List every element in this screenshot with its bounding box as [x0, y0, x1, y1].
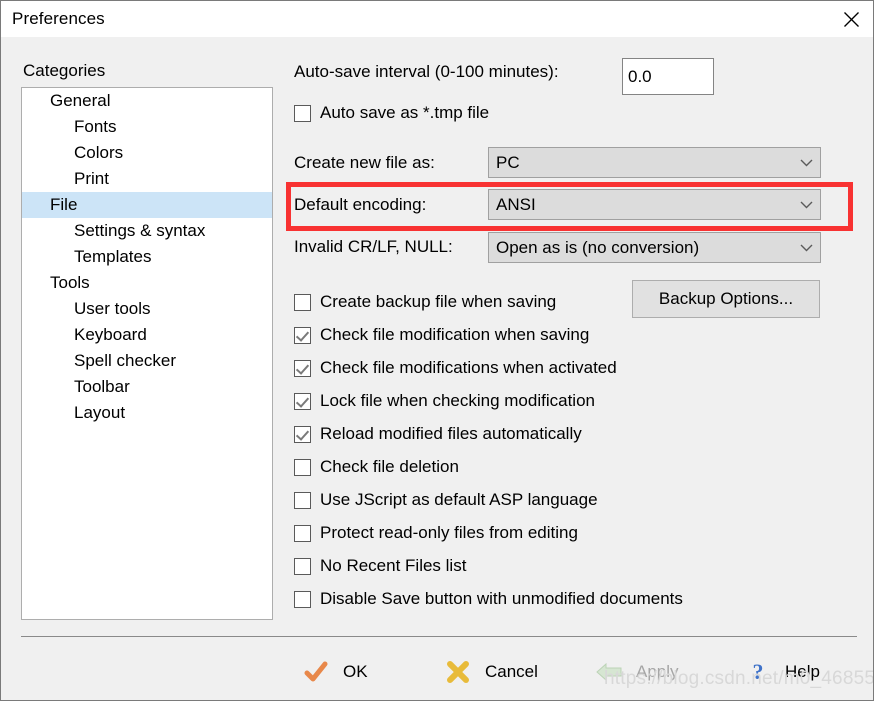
checkbox-box[interactable] — [294, 425, 311, 443]
checkbox-box[interactable] — [294, 590, 311, 608]
sidebar-item-templates[interactable]: Templates — [22, 244, 272, 270]
checkbox-label: Create backup file when saving — [320, 292, 557, 311]
default-encoding-label: Default encoding: — [294, 195, 427, 214]
blue-question-mark-icon: ? — [743, 657, 773, 687]
invalid-crlf-select[interactable]: Open as is (no conversion) — [488, 232, 821, 263]
checkbox-disable-save-button-with-unmodified-documents[interactable]: Disable Save button with unmodified docu… — [294, 588, 683, 610]
chevron-down-icon — [792, 244, 820, 252]
chevron-down-icon — [792, 201, 820, 209]
checkbox-label: Auto save as *.tmp file — [320, 103, 490, 122]
preferences-dialog: Preferences Categories General Fonts Color… — [0, 0, 874, 701]
checkbox-create-backup-file-when-saving[interactable]: Create backup file when saving — [294, 291, 556, 313]
checkbox-label: Lock file when checking modification — [320, 391, 595, 410]
sidebar-item-user-tools[interactable]: User tools — [22, 296, 272, 322]
apply-label: Apply — [636, 662, 679, 681]
sidebar-item-keyboard[interactable]: Keyboard — [22, 322, 272, 348]
help-label: Help — [785, 662, 820, 681]
invalid-crlf-value: Open as is (no conversion) — [496, 237, 700, 257]
autosave-interval-label: Auto-save interval (0-100 minutes): — [294, 62, 559, 81]
checkbox-label: Check file modification when saving — [320, 325, 590, 344]
yellow-x-icon — [443, 657, 473, 687]
sidebar-item-spell-checker[interactable]: Spell checker — [22, 348, 272, 374]
cancel-button[interactable]: Cancel — [443, 656, 538, 688]
checkbox-protect-read-only-files-from-editing[interactable]: Protect read-only files from editing — [294, 522, 578, 544]
cancel-label: Cancel — [485, 662, 538, 681]
sidebar-item-fonts[interactable]: Fonts — [22, 114, 272, 140]
checkbox-box[interactable] — [294, 326, 311, 344]
checkbox-box[interactable] — [294, 293, 311, 311]
checkbox-box[interactable] — [294, 104, 311, 122]
window-title: Preferences — [12, 9, 105, 28]
backup-options-button[interactable]: Backup Options... — [632, 280, 820, 318]
sidebar-item-print[interactable]: Print — [22, 166, 272, 192]
checkbox-check-file-modification-when-saving[interactable]: Check file modification when saving — [294, 324, 589, 346]
sidebar-item-file[interactable]: File — [22, 192, 272, 218]
checkbox-label: Use JScript as default ASP language — [320, 490, 598, 509]
ok-button[interactable]: OK — [301, 656, 368, 688]
sidebar-item-layout[interactable]: Layout — [22, 400, 272, 426]
ok-label: OK — [343, 662, 368, 681]
checkbox-use-jscript-as-default-asp-language[interactable]: Use JScript as default ASP language — [294, 489, 598, 511]
checkbox-label: Disable Save button with unmodified docu… — [320, 589, 683, 608]
create-new-file-label: Create new file as: — [294, 153, 435, 172]
checkbox-box[interactable] — [294, 524, 311, 542]
sidebar-item-general[interactable]: General — [22, 88, 272, 114]
checkbox-box[interactable] — [294, 557, 311, 575]
close-icon[interactable] — [827, 1, 873, 37]
checkbox-check-file-deletion[interactable]: Check file deletion — [294, 456, 459, 478]
checkbox-box[interactable] — [294, 359, 311, 377]
checkbox-box[interactable] — [294, 458, 311, 476]
checkbox-check-file-modifications-when-activated[interactable]: Check file modifications when activated — [294, 357, 617, 379]
chevron-down-icon — [792, 159, 820, 167]
checkbox-auto-save-tmp[interactable]: Auto save as *.tmp file — [294, 102, 489, 124]
invalid-crlf-label: Invalid CR/LF, NULL: — [294, 237, 453, 256]
sidebar-item-tools[interactable]: Tools — [22, 270, 272, 296]
default-encoding-value: ANSI — [496, 194, 536, 214]
sidebar-item-colors[interactable]: Colors — [22, 140, 272, 166]
green-left-arrow-icon — [594, 657, 624, 687]
sidebar-item-settings-syntax[interactable]: Settings & syntax — [22, 218, 272, 244]
categories-heading: Categories — [23, 61, 106, 80]
checkbox-box[interactable] — [294, 392, 311, 410]
default-encoding-select[interactable]: ANSI — [488, 189, 821, 220]
checkbox-label: Protect read-only files from editing — [320, 523, 578, 542]
checkbox-label: Check file deletion — [320, 457, 459, 476]
create-new-file-select[interactable]: PC — [488, 147, 821, 178]
checkbox-box[interactable] — [294, 491, 311, 509]
orange-check-icon — [301, 657, 331, 687]
sidebar-item-toolbar[interactable]: Toolbar — [22, 374, 272, 400]
checkbox-reload-modified-files-automatically[interactable]: Reload modified files automatically — [294, 423, 582, 445]
checkbox-label: Reload modified files automatically — [320, 424, 582, 443]
checkbox-lock-file-when-checking-modification[interactable]: Lock file when checking modification — [294, 390, 595, 412]
checkbox-label: Check file modifications when activated — [320, 358, 617, 377]
autosave-interval-input[interactable]: 0.0 — [622, 58, 714, 95]
checkbox-no-recent-files-list[interactable]: No Recent Files list — [294, 555, 466, 577]
create-new-file-value: PC — [496, 152, 520, 172]
title-bar: Preferences — [1, 1, 873, 37]
checkbox-label: No Recent Files list — [320, 556, 467, 575]
footer-divider — [21, 636, 857, 637]
help-button[interactable]: ? Help — [743, 656, 820, 688]
categories-list[interactable]: General Fonts Colors Print File Settings & sy… — [21, 87, 273, 620]
apply-button: Apply — [594, 656, 679, 688]
svg-text:?: ? — [753, 659, 764, 684]
